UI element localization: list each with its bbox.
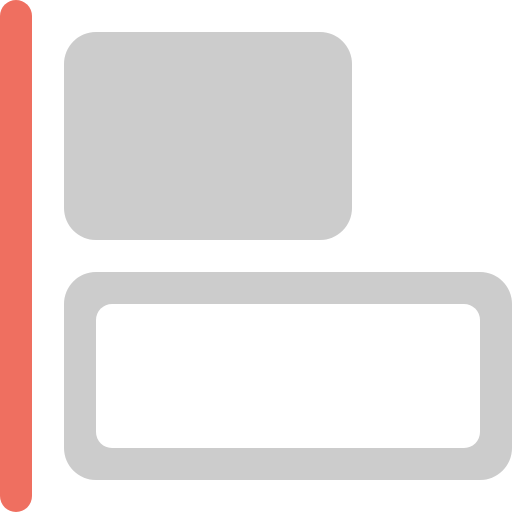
bottom-block-inner	[96, 304, 480, 448]
align-left-icon	[0, 0, 512, 512]
align-left-icon-canvas	[0, 0, 512, 512]
alignment-bar	[0, 0, 32, 512]
top-block	[64, 32, 352, 240]
